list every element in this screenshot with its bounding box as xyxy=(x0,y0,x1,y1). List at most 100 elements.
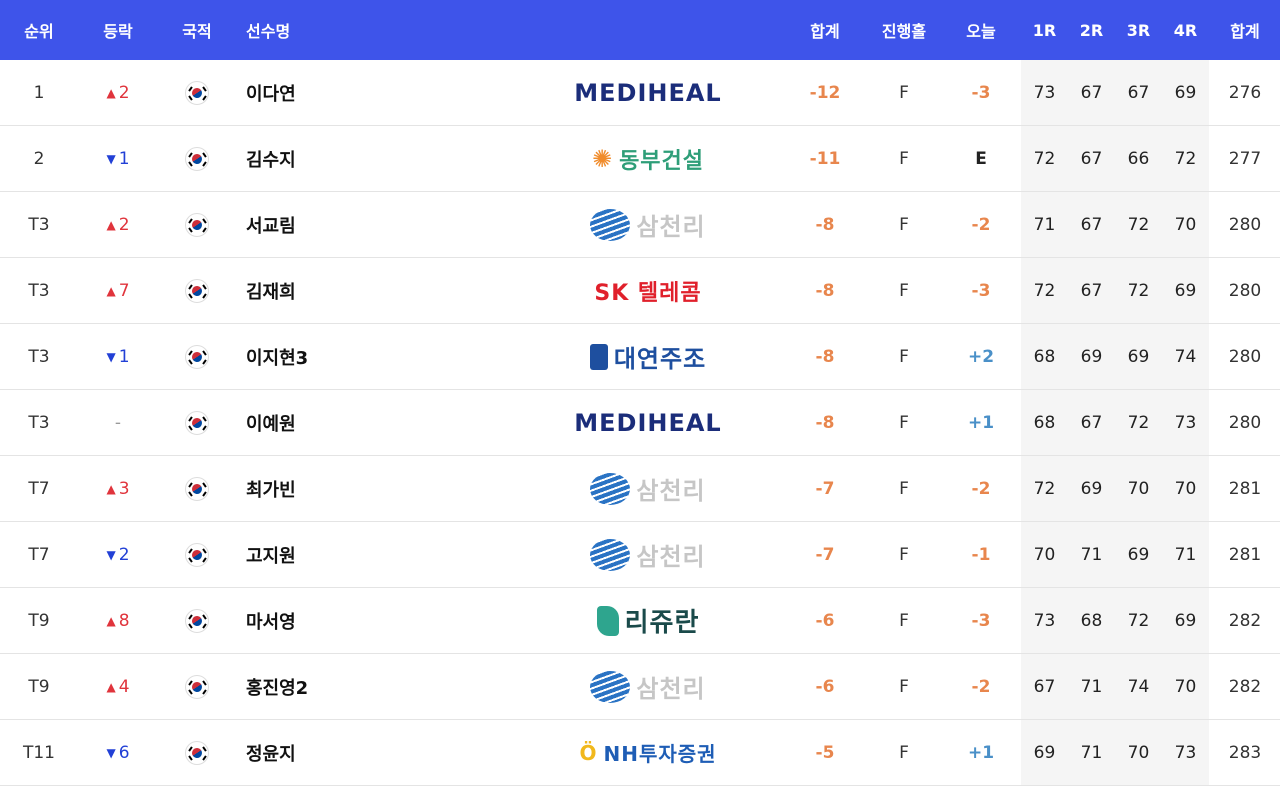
total-strokes: 283 xyxy=(1228,742,1262,763)
move-value: 2 xyxy=(118,82,130,103)
player-name[interactable]: 이다연 xyxy=(236,60,496,125)
player-name[interactable]: 고지원 xyxy=(236,522,496,587)
sponsor-name: SK 텔레콤 xyxy=(594,280,702,306)
sponsor-logo: MEDIHEAL xyxy=(540,60,756,125)
korea-flag-icon xyxy=(185,278,209,303)
today-score: -2 xyxy=(971,478,991,499)
nation-cell xyxy=(158,720,236,785)
hole-progress: F xyxy=(899,478,909,499)
move-cell: ▼ 1 xyxy=(78,324,158,389)
sponsor-logo-mediheal: MEDIHEAL xyxy=(574,409,721,437)
round2-score: 68 xyxy=(1080,610,1103,631)
round1-score: 73 xyxy=(1033,82,1056,103)
header-total[interactable]: 합계 xyxy=(785,0,865,60)
round3-score: 70 xyxy=(1127,478,1150,499)
table-row[interactable]: T3 - 이예원 MEDIHEAL -8 F +1 68 67 72 73 280 xyxy=(0,390,1280,456)
header-r3[interactable]: 3R xyxy=(1115,0,1162,60)
arrow-up-icon: ▲ xyxy=(106,679,116,694)
player-name[interactable]: 최가빈 xyxy=(236,456,496,521)
player-name[interactable]: 김재희 xyxy=(236,258,496,323)
table-row[interactable]: T3 ▼ 1 이지현3 대연주조 -8 F +2 68 69 69 74 280 xyxy=(0,324,1280,390)
sponsor-logo: 대연주조 xyxy=(540,324,756,389)
round3-score: 70 xyxy=(1127,742,1150,763)
round1-score: 72 xyxy=(1033,280,1056,301)
today-score: +1 xyxy=(967,412,995,433)
round1-score: 72 xyxy=(1033,478,1056,499)
move-value: 8 xyxy=(118,610,130,631)
table-row[interactable]: T9 ▲ 4 홍진영2 삼천리 -6 F -2 67 71 74 70 282 xyxy=(0,654,1280,720)
round2-score: 67 xyxy=(1080,280,1103,301)
total-strokes: 281 xyxy=(1228,544,1262,565)
total-score: -8 xyxy=(815,214,835,235)
player-name[interactable]: 김수지 xyxy=(236,126,496,191)
nation-cell xyxy=(158,588,236,653)
sponsor-logo: Ö NH투자증권 xyxy=(540,720,756,785)
nation-cell xyxy=(158,390,236,455)
player-name[interactable]: 마서영 xyxy=(236,588,496,653)
header-sum[interactable]: 합계 xyxy=(1210,0,1280,60)
header-r4[interactable]: 4R xyxy=(1162,0,1209,60)
hole-progress: F xyxy=(899,544,909,565)
header-r2[interactable]: 2R xyxy=(1068,0,1115,60)
round1-score: 70 xyxy=(1033,544,1056,565)
korea-flag-icon xyxy=(185,146,209,171)
total-strokes: 282 xyxy=(1228,676,1262,697)
table-row[interactable]: T7 ▲ 3 최가빈 삼천리 -7 F -2 72 69 70 70 281 xyxy=(0,456,1280,522)
header-hole[interactable]: 진행홀 xyxy=(865,0,943,60)
move-cell: ▼ 1 xyxy=(78,126,158,191)
move-cell: ▲ 4 xyxy=(78,654,158,719)
today-score: +1 xyxy=(967,742,995,763)
rank-cell: 1 xyxy=(33,82,45,103)
rank-cell: T3 xyxy=(28,346,50,367)
player-name[interactable]: 서교림 xyxy=(236,192,496,257)
table-row[interactable]: T7 ▼ 2 고지원 삼천리 -7 F -1 70 71 69 71 281 xyxy=(0,522,1280,588)
round3-score: 66 xyxy=(1127,148,1150,169)
round2-score: 71 xyxy=(1080,544,1103,565)
leaderboard-rows: 1 ▲ 2 이다연 MEDIHEAL -12 F -3 73 67 67 69 276 2 ▼ 1 김수지 ✺ 동부… xyxy=(0,60,1280,786)
total-strokes: 280 xyxy=(1228,412,1262,433)
round2-score: 67 xyxy=(1080,412,1103,433)
round1-score: 71 xyxy=(1033,214,1056,235)
player-name[interactable]: 정윤지 xyxy=(236,720,496,785)
header-today[interactable]: 오늘 xyxy=(943,0,1019,60)
header-nation[interactable]: 국적 xyxy=(158,0,236,60)
header-rank[interactable]: 순위 xyxy=(0,0,78,60)
korea-flag-icon xyxy=(185,476,209,501)
sponsor-logo: 리쥬란 xyxy=(540,588,756,653)
rank-cell: T9 xyxy=(28,676,50,697)
sponsor-name: 삼천리 xyxy=(636,543,706,571)
player-name[interactable]: 이지현3 xyxy=(236,324,496,389)
header-move[interactable]: 등락 xyxy=(78,0,158,60)
arrow-down-icon: ▼ xyxy=(106,745,116,760)
round3-score: 74 xyxy=(1127,676,1150,697)
header-r1[interactable]: 1R xyxy=(1021,0,1068,60)
today-score: E xyxy=(975,148,987,169)
hole-progress: F xyxy=(899,412,909,433)
nh-mark-icon: Ö xyxy=(579,740,598,765)
round4-score: 73 xyxy=(1174,742,1197,763)
header-name[interactable]: 선수명 xyxy=(236,0,496,60)
today-score: +2 xyxy=(967,346,995,367)
hole-progress: F xyxy=(899,676,909,697)
nation-cell xyxy=(158,654,236,719)
hole-progress: F xyxy=(899,742,909,763)
round3-score: 72 xyxy=(1127,610,1150,631)
rank-cell: T7 xyxy=(28,478,50,499)
table-row[interactable]: T3 ▲ 7 김재희 SK 텔레콤 -8 F -3 72 67 72 69 280 xyxy=(0,258,1280,324)
today-score: -3 xyxy=(971,82,991,103)
sponsor-name: MEDIHEAL xyxy=(574,408,722,437)
table-row[interactable]: 1 ▲ 2 이다연 MEDIHEAL -12 F -3 73 67 67 69 276 xyxy=(0,60,1280,126)
rank-cell: T3 xyxy=(28,280,50,301)
player-name[interactable]: 이예원 xyxy=(236,390,496,455)
total-score: -5 xyxy=(815,742,835,763)
rank-cell: T7 xyxy=(28,544,50,565)
table-row[interactable]: 2 ▼ 1 김수지 ✺ 동부건설 -11 F E 72 67 66 72 277 xyxy=(0,126,1280,192)
nation-cell xyxy=(158,126,236,191)
table-row[interactable]: T11 ▼ 6 정윤지 Ö NH투자증권 -5 F +1 69 71 70 73 283 xyxy=(0,720,1280,786)
globe-logo-icon xyxy=(590,472,631,505)
player-name[interactable]: 홍진영2 xyxy=(236,654,496,719)
round3-score: 67 xyxy=(1127,82,1150,103)
table-row[interactable]: T3 ▲ 2 서교림 삼천리 -8 F -2 71 67 72 70 280 xyxy=(0,192,1280,258)
sponsor-logo: 삼천리 xyxy=(540,192,756,257)
table-row[interactable]: T9 ▲ 8 마서영 리쥬란 -6 F -3 73 68 72 69 282 xyxy=(0,588,1280,654)
